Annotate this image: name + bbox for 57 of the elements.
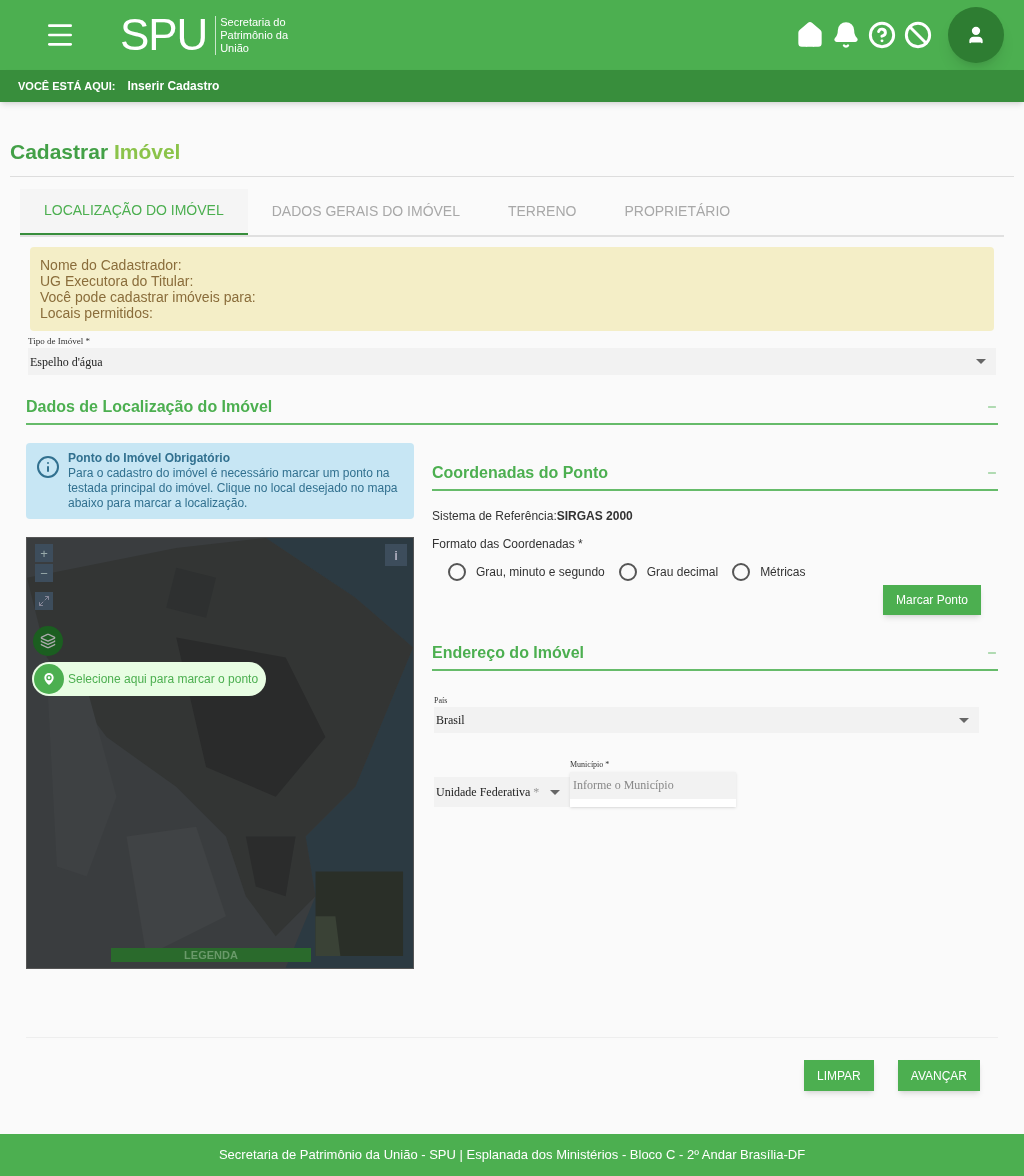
notification-icon[interactable] <box>832 21 860 49</box>
dropdown-icon <box>550 789 560 795</box>
fullscreen-button[interactable] <box>35 592 53 610</box>
page-title: Cadastrar Imóvel <box>10 136 1014 177</box>
radio-option[interactable]: Grau, minuto e segundo <box>448 563 605 581</box>
property-type-select[interactable]: Espelho d'água <box>28 348 996 375</box>
section-title: Endereço do Imóvel <box>432 643 585 663</box>
home-icon[interactable] <box>796 21 824 49</box>
reference-system: Sistema de Referência:SIRGAS 2000 <box>432 509 633 523</box>
field-label: Município * <box>570 759 611 771</box>
notice-line: Nome do Cadastrador: <box>40 256 183 273</box>
alert-title: Ponto do Imóvel Obrigatório <box>68 451 231 466</box>
help-icon[interactable] <box>868 21 896 49</box>
field-label: País <box>434 695 449 707</box>
location-pin-icon <box>41 671 57 687</box>
legend-bar[interactable]: LEGENDA <box>111 948 311 962</box>
section-title: Coordenadas do Ponto <box>432 463 608 483</box>
footer-text: Secretaria de Patrimônio da União - SPU | Esplanada dos Ministérios - Bloco C - 2º Andar Brasília-DF <box>218 1146 806 1165</box>
layers-icon <box>40 633 56 649</box>
logo-subtitle: Secretaria do Patrimônio da União <box>215 15 289 55</box>
field-label: Tipo de Imóvel * <box>28 334 91 348</box>
tab[interactable]: PROPRIETÁRIO <box>600 188 755 235</box>
radio-button[interactable] <box>732 563 751 581</box>
radio-button[interactable] <box>618 563 637 581</box>
notice-line: Locais permitidos: <box>40 304 154 321</box>
section-title: Dados de Localização do Imóvel <box>26 397 273 417</box>
radio-button[interactable] <box>448 563 466 581</box>
state-select[interactable]: Unidade Federativa * <box>434 777 570 807</box>
format-label: Formato das Coordenadas * <box>432 536 584 553</box>
map[interactable]: + − i Selecione aqui para marcar o ponto LEGENDA <box>26 537 414 969</box>
zoom-in-button[interactable]: + <box>35 544 53 562</box>
tab[interactable]: LOCALIZAÇÃO DO IMÓVEL <box>20 188 248 235</box>
zoom-out-button[interactable]: − <box>35 564 53 582</box>
logo[interactable]: SPU <box>120 13 208 57</box>
breadcrumb-label: VOCÊ ESTÁ AQUI: <box>18 78 116 94</box>
dropdown-icon <box>976 359 986 364</box>
country-select[interactable]: Brasil <box>434 707 979 733</box>
city-field[interactable]: Informe o Município <box>570 772 736 807</box>
breadcrumb-current[interactable]: Inserir Cadastro <box>127 77 220 95</box>
radio-option[interactable]: Métricas <box>732 563 806 581</box>
block-icon[interactable] <box>904 21 932 49</box>
tab[interactable]: DADOS GERAIS DO IMÓVEL <box>247 188 484 235</box>
mark-point-submit-button[interactable]: Marcar Ponto <box>882 585 981 615</box>
expand-icon <box>38 595 50 607</box>
info-icon <box>36 455 60 479</box>
next-button[interactable]: AVANÇAR <box>897 1060 980 1091</box>
notice-line: UG Executora do Titular: <box>40 272 195 289</box>
notice-line: Você pode cadastrar imóveis para: <box>40 288 257 305</box>
info-button[interactable]: i <box>385 544 407 566</box>
alert-text: Para o cadastro do imóvel é necessário marcar um ponto na testada principal do imóvel. Clique no local desejado no mapa abaixo para marcar a localização. <box>68 466 399 511</box>
clear-button[interactable]: LIMPAR <box>803 1060 874 1091</box>
radio-option[interactable]: Grau decimal <box>618 563 719 581</box>
user-icon <box>966 25 986 45</box>
user-button[interactable] <box>948 7 1004 63</box>
mark-point-button[interactable]: Selecione aqui para marcar o ponto <box>32 662 267 696</box>
dropdown-icon <box>959 717 969 723</box>
tab[interactable]: TERRENO <box>484 188 601 235</box>
